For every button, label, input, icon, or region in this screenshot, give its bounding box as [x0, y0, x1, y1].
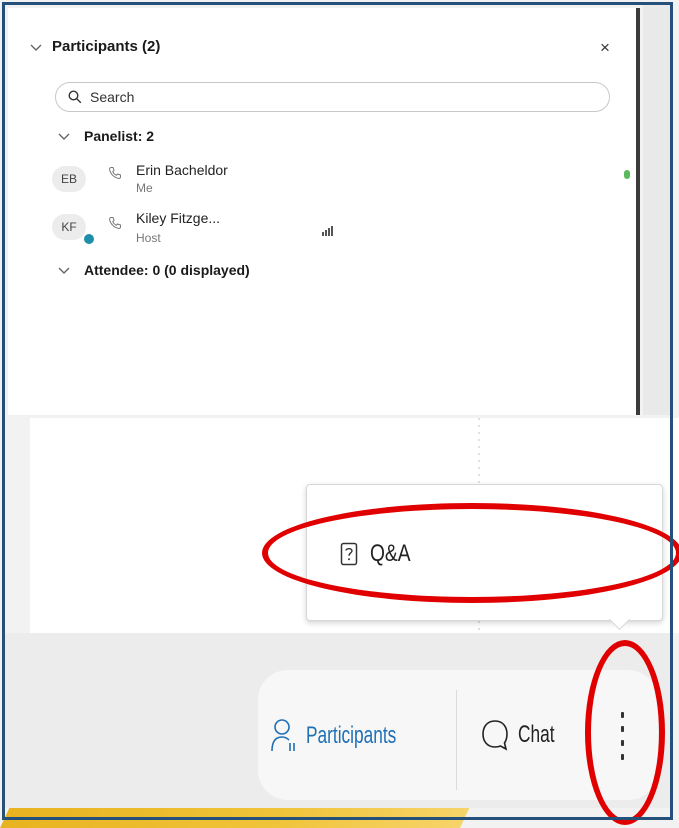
chevron-down-icon[interactable]	[58, 262, 70, 278]
participant-name: Kiley Fitzge...	[136, 210, 221, 226]
signal-strength-icon	[322, 226, 333, 236]
more-options-button[interactable]	[612, 712, 632, 772]
avatar: KF	[52, 214, 86, 240]
decorative-strip	[0, 808, 470, 828]
chevron-down-icon[interactable]	[58, 128, 70, 144]
toolbar-divider	[456, 690, 457, 790]
panelist-section-label: Panelist: 2	[84, 128, 155, 144]
avatar: EB	[52, 166, 86, 192]
status-indicator	[82, 232, 96, 246]
chevron-down-icon[interactable]	[30, 39, 42, 55]
panelist-section-header[interactable]: Panelist: 2	[58, 128, 154, 144]
participants-header[interactable]: Participants (2)	[30, 38, 160, 55]
menu-item-qa[interactable]: Q&A	[340, 540, 421, 568]
panel-title: Participants (2)	[52, 38, 161, 55]
menu-item-label: Q&A	[370, 540, 411, 567]
participants-button[interactable]: Participants	[270, 718, 431, 754]
attendee-section-header[interactable]: Attendee: 0 (0 displayed)	[58, 262, 250, 278]
search-box[interactable]	[55, 82, 610, 112]
participants-label: Participants	[306, 722, 397, 749]
microphone-icon	[624, 170, 630, 179]
search-input[interactable]	[88, 88, 592, 106]
chat-button[interactable]: Chat	[480, 718, 569, 752]
chat-icon	[482, 720, 508, 751]
close-button[interactable]: ×	[600, 38, 610, 58]
participants-panel	[8, 8, 640, 415]
background-region	[643, 5, 673, 415]
attendee-section-label: Attendee: 0 (0 displayed)	[84, 262, 250, 278]
phone-icon	[108, 216, 122, 233]
participant-role: Me	[136, 181, 153, 195]
participant-role: Host	[136, 231, 161, 245]
chat-label: Chat	[518, 721, 555, 748]
question-icon	[340, 542, 358, 566]
phone-icon	[108, 166, 122, 183]
participant-name: Erin Bacheldor	[136, 162, 228, 178]
participants-icon	[271, 719, 295, 752]
search-icon	[68, 90, 82, 104]
